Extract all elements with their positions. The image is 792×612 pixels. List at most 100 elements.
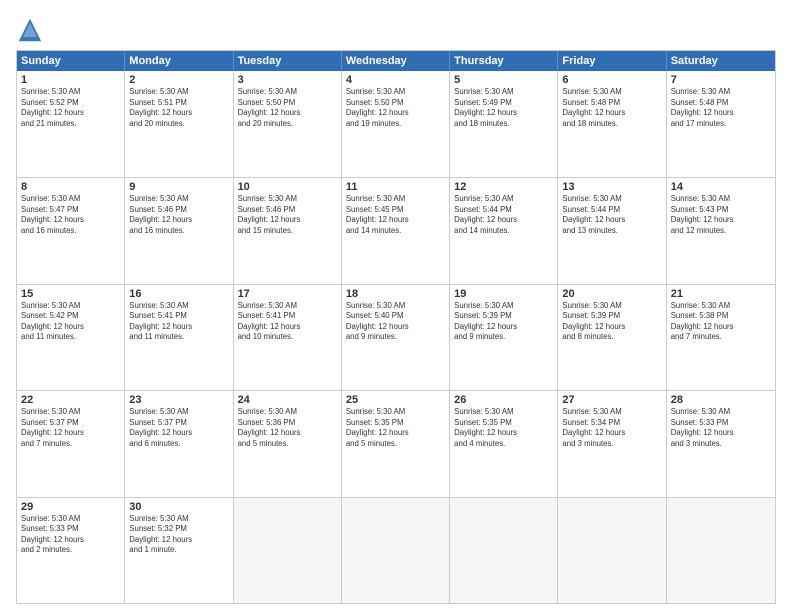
day-number: 19 — [454, 288, 553, 300]
day-number: 18 — [346, 288, 445, 300]
calendar-cell: 24Sunrise: 5:30 AMSunset: 5:36 PMDayligh… — [234, 391, 342, 496]
day-number: 24 — [238, 394, 337, 406]
calendar-cell: 12Sunrise: 5:30 AMSunset: 5:44 PMDayligh… — [450, 178, 558, 283]
calendar: SundayMondayTuesdayWednesdayThursdayFrid… — [16, 50, 776, 604]
weekday-header: Tuesday — [234, 51, 342, 71]
day-info: Sunrise: 5:30 AMSunset: 5:37 PMDaylight:… — [129, 407, 228, 449]
weekday-header: Monday — [125, 51, 233, 71]
day-number: 13 — [562, 181, 661, 193]
calendar-cell: 23Sunrise: 5:30 AMSunset: 5:37 PMDayligh… — [125, 391, 233, 496]
calendar-cell: 16Sunrise: 5:30 AMSunset: 5:41 PMDayligh… — [125, 285, 233, 390]
day-number: 10 — [238, 181, 337, 193]
calendar-cell: 22Sunrise: 5:30 AMSunset: 5:37 PMDayligh… — [17, 391, 125, 496]
logo — [16, 16, 48, 44]
day-number: 1 — [21, 74, 120, 86]
day-info: Sunrise: 5:30 AMSunset: 5:49 PMDaylight:… — [454, 87, 553, 129]
day-number: 30 — [129, 501, 228, 513]
day-number: 3 — [238, 74, 337, 86]
calendar-cell: 4Sunrise: 5:30 AMSunset: 5:50 PMDaylight… — [342, 71, 450, 177]
day-number: 17 — [238, 288, 337, 300]
calendar-cell: 1Sunrise: 5:30 AMSunset: 5:52 PMDaylight… — [17, 71, 125, 177]
day-info: Sunrise: 5:30 AMSunset: 5:47 PMDaylight:… — [21, 194, 120, 236]
calendar-week: 8Sunrise: 5:30 AMSunset: 5:47 PMDaylight… — [17, 177, 775, 283]
day-info: Sunrise: 5:30 AMSunset: 5:50 PMDaylight:… — [346, 87, 445, 129]
day-info: Sunrise: 5:30 AMSunset: 5:37 PMDaylight:… — [21, 407, 120, 449]
calendar-cell: 9Sunrise: 5:30 AMSunset: 5:46 PMDaylight… — [125, 178, 233, 283]
calendar-week: 1Sunrise: 5:30 AMSunset: 5:52 PMDaylight… — [17, 71, 775, 177]
day-number: 26 — [454, 394, 553, 406]
calendar-cell: 29Sunrise: 5:30 AMSunset: 5:33 PMDayligh… — [17, 498, 125, 603]
weekday-header: Friday — [558, 51, 666, 71]
day-info: Sunrise: 5:30 AMSunset: 5:43 PMDaylight:… — [671, 194, 771, 236]
calendar-week: 29Sunrise: 5:30 AMSunset: 5:33 PMDayligh… — [17, 497, 775, 603]
day-info: Sunrise: 5:30 AMSunset: 5:38 PMDaylight:… — [671, 301, 771, 343]
day-number: 11 — [346, 181, 445, 193]
calendar-cell: 15Sunrise: 5:30 AMSunset: 5:42 PMDayligh… — [17, 285, 125, 390]
day-info: Sunrise: 5:30 AMSunset: 5:46 PMDaylight:… — [129, 194, 228, 236]
day-number: 7 — [671, 74, 771, 86]
calendar-cell: 11Sunrise: 5:30 AMSunset: 5:45 PMDayligh… — [342, 178, 450, 283]
calendar-cell: 19Sunrise: 5:30 AMSunset: 5:39 PMDayligh… — [450, 285, 558, 390]
weekday-header: Thursday — [450, 51, 558, 71]
day-number: 20 — [562, 288, 661, 300]
day-info: Sunrise: 5:30 AMSunset: 5:48 PMDaylight:… — [562, 87, 661, 129]
calendar-cell: 25Sunrise: 5:30 AMSunset: 5:35 PMDayligh… — [342, 391, 450, 496]
day-number: 25 — [346, 394, 445, 406]
day-number: 29 — [21, 501, 120, 513]
calendar-week: 22Sunrise: 5:30 AMSunset: 5:37 PMDayligh… — [17, 390, 775, 496]
calendar-cell: 18Sunrise: 5:30 AMSunset: 5:40 PMDayligh… — [342, 285, 450, 390]
calendar-cell: 30Sunrise: 5:30 AMSunset: 5:32 PMDayligh… — [125, 498, 233, 603]
calendar-cell: 5Sunrise: 5:30 AMSunset: 5:49 PMDaylight… — [450, 71, 558, 177]
day-number: 27 — [562, 394, 661, 406]
day-info: Sunrise: 5:30 AMSunset: 5:44 PMDaylight:… — [562, 194, 661, 236]
calendar-cell: 28Sunrise: 5:30 AMSunset: 5:33 PMDayligh… — [667, 391, 775, 496]
calendar-cell: 2Sunrise: 5:30 AMSunset: 5:51 PMDaylight… — [125, 71, 233, 177]
day-info: Sunrise: 5:30 AMSunset: 5:52 PMDaylight:… — [21, 87, 120, 129]
day-number: 22 — [21, 394, 120, 406]
calendar-cell: 3Sunrise: 5:30 AMSunset: 5:50 PMDaylight… — [234, 71, 342, 177]
day-info: Sunrise: 5:30 AMSunset: 5:35 PMDaylight:… — [454, 407, 553, 449]
weekday-header: Wednesday — [342, 51, 450, 71]
day-info: Sunrise: 5:30 AMSunset: 5:35 PMDaylight:… — [346, 407, 445, 449]
calendar-cell: 7Sunrise: 5:30 AMSunset: 5:48 PMDaylight… — [667, 71, 775, 177]
day-number: 9 — [129, 181, 228, 193]
day-number: 15 — [21, 288, 120, 300]
calendar-cell: 6Sunrise: 5:30 AMSunset: 5:48 PMDaylight… — [558, 71, 666, 177]
day-number: 21 — [671, 288, 771, 300]
day-info: Sunrise: 5:30 AMSunset: 5:36 PMDaylight:… — [238, 407, 337, 449]
calendar-cell — [450, 498, 558, 603]
weekday-header: Sunday — [17, 51, 125, 71]
day-info: Sunrise: 5:30 AMSunset: 5:41 PMDaylight:… — [238, 301, 337, 343]
day-info: Sunrise: 5:30 AMSunset: 5:46 PMDaylight:… — [238, 194, 337, 236]
calendar-cell: 27Sunrise: 5:30 AMSunset: 5:34 PMDayligh… — [558, 391, 666, 496]
day-info: Sunrise: 5:30 AMSunset: 5:34 PMDaylight:… — [562, 407, 661, 449]
day-info: Sunrise: 5:30 AMSunset: 5:51 PMDaylight:… — [129, 87, 228, 129]
day-info: Sunrise: 5:30 AMSunset: 5:48 PMDaylight:… — [671, 87, 771, 129]
calendar-cell: 26Sunrise: 5:30 AMSunset: 5:35 PMDayligh… — [450, 391, 558, 496]
day-info: Sunrise: 5:30 AMSunset: 5:32 PMDaylight:… — [129, 514, 228, 556]
calendar-week: 15Sunrise: 5:30 AMSunset: 5:42 PMDayligh… — [17, 284, 775, 390]
day-number: 12 — [454, 181, 553, 193]
day-number: 6 — [562, 74, 661, 86]
calendar-body: 1Sunrise: 5:30 AMSunset: 5:52 PMDaylight… — [17, 71, 775, 603]
calendar-cell: 14Sunrise: 5:30 AMSunset: 5:43 PMDayligh… — [667, 178, 775, 283]
day-number: 16 — [129, 288, 228, 300]
calendar-cell — [558, 498, 666, 603]
page: SundayMondayTuesdayWednesdayThursdayFrid… — [0, 0, 792, 612]
day-info: Sunrise: 5:30 AMSunset: 5:39 PMDaylight:… — [454, 301, 553, 343]
calendar-cell: 10Sunrise: 5:30 AMSunset: 5:46 PMDayligh… — [234, 178, 342, 283]
day-number: 4 — [346, 74, 445, 86]
day-number: 28 — [671, 394, 771, 406]
logo-icon — [16, 16, 44, 44]
calendar-cell — [667, 498, 775, 603]
weekday-header: Saturday — [667, 51, 775, 71]
calendar-cell: 20Sunrise: 5:30 AMSunset: 5:39 PMDayligh… — [558, 285, 666, 390]
calendar-header: SundayMondayTuesdayWednesdayThursdayFrid… — [17, 51, 775, 71]
day-number: 2 — [129, 74, 228, 86]
day-number: 23 — [129, 394, 228, 406]
day-number: 5 — [454, 74, 553, 86]
day-info: Sunrise: 5:30 AMSunset: 5:45 PMDaylight:… — [346, 194, 445, 236]
calendar-cell: 13Sunrise: 5:30 AMSunset: 5:44 PMDayligh… — [558, 178, 666, 283]
day-info: Sunrise: 5:30 AMSunset: 5:33 PMDaylight:… — [21, 514, 120, 556]
day-number: 8 — [21, 181, 120, 193]
